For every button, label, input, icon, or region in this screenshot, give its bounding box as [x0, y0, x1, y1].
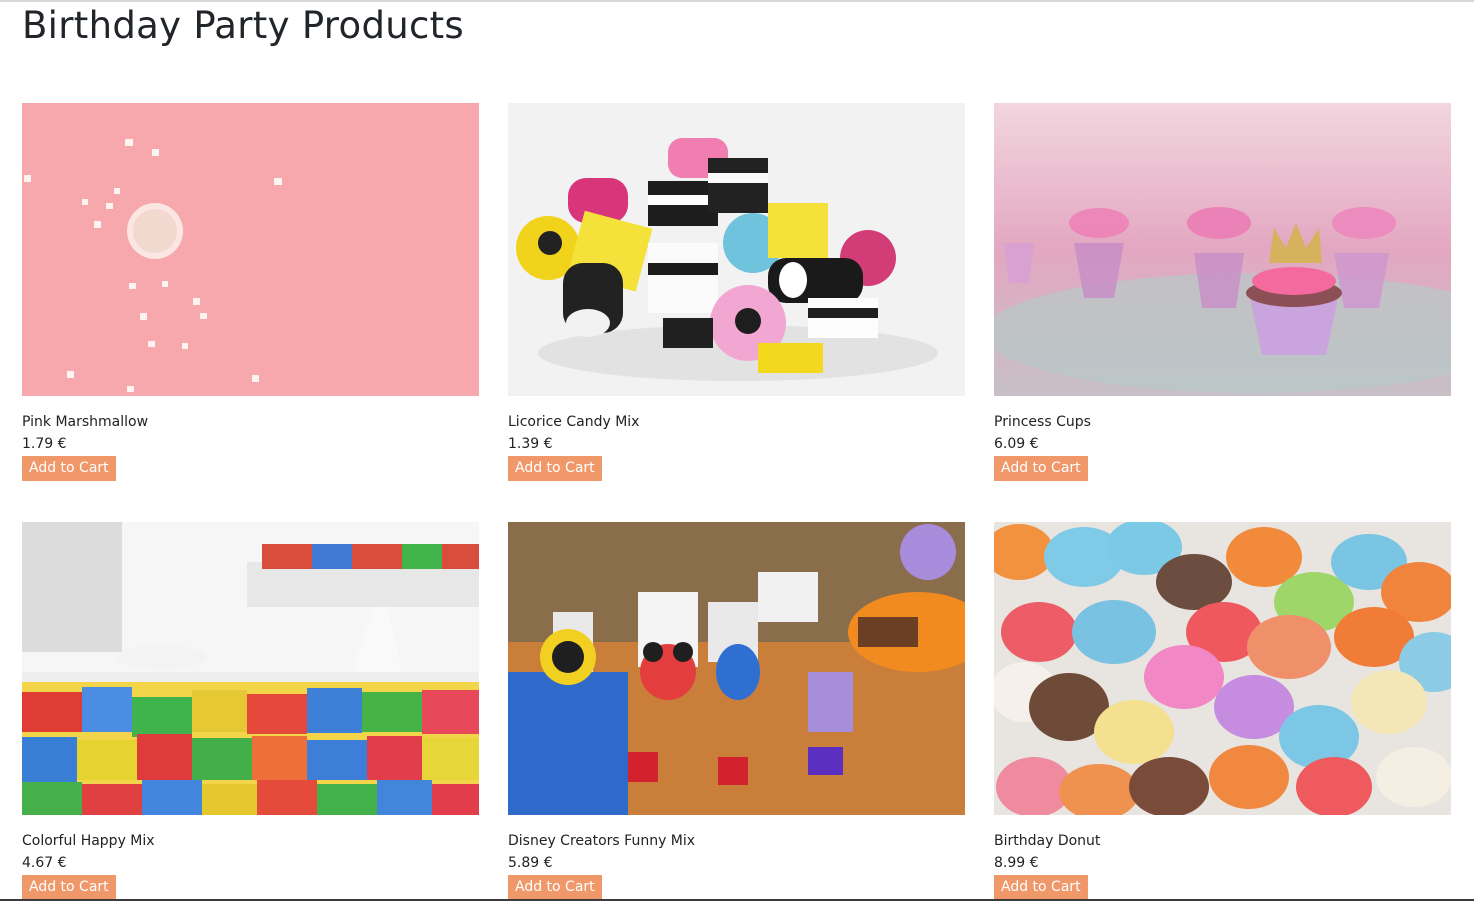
product-image-licorice-candy-mix[interactable] [508, 103, 965, 396]
product-name[interactable]: Birthday Donut [994, 832, 1451, 850]
product-price: 6.09 € [994, 436, 1039, 452]
product-name[interactable]: Princess Cups [994, 413, 1451, 431]
product-image-disney-creators-funny-mix[interactable] [508, 522, 965, 815]
top-border [0, 0, 1474, 2]
product-price: 5.89 € [508, 855, 553, 871]
product-card: Colorful Happy Mix 4.67 € Add to Cart [22, 522, 479, 900]
product-name[interactable]: Colorful Happy Mix [22, 832, 479, 850]
product-image-pink-marshmallow[interactable] [22, 103, 479, 396]
product-price: 8.99 € [994, 855, 1039, 871]
product-image-princess-cups[interactable] [994, 103, 1451, 396]
page-title: Birthday Party Products [22, 4, 465, 47]
product-name[interactable]: Licorice Candy Mix [508, 413, 965, 431]
add-to-cart-button[interactable]: Add to Cart [22, 456, 116, 481]
add-to-cart-button[interactable]: Add to Cart [508, 456, 602, 481]
add-to-cart-button[interactable]: Add to Cart [508, 875, 602, 900]
product-card: Princess Cups 6.09 € Add to Cart [994, 103, 1451, 481]
product-card: Pink Marshmallow 1.79 € Add to Cart [22, 103, 479, 481]
product-card: Licorice Candy Mix 1.39 € Add to Cart [508, 103, 965, 481]
product-name[interactable]: Pink Marshmallow [22, 413, 479, 431]
product-price: 4.67 € [22, 855, 67, 871]
product-name[interactable]: Disney Creators Funny Mix [508, 832, 965, 850]
add-to-cart-button[interactable]: Add to Cart [994, 875, 1088, 900]
add-to-cart-button[interactable]: Add to Cart [994, 456, 1088, 481]
product-card: Disney Creators Funny Mix 5.89 € Add to … [508, 522, 965, 900]
product-price: 1.79 € [22, 436, 67, 452]
product-price: 1.39 € [508, 436, 553, 452]
product-image-birthday-donut[interactable] [994, 522, 1451, 815]
product-card: Birthday Donut 8.99 € Add to Cart [994, 522, 1451, 900]
product-image-colorful-happy-mix[interactable] [22, 522, 479, 815]
add-to-cart-button[interactable]: Add to Cart [22, 875, 116, 900]
